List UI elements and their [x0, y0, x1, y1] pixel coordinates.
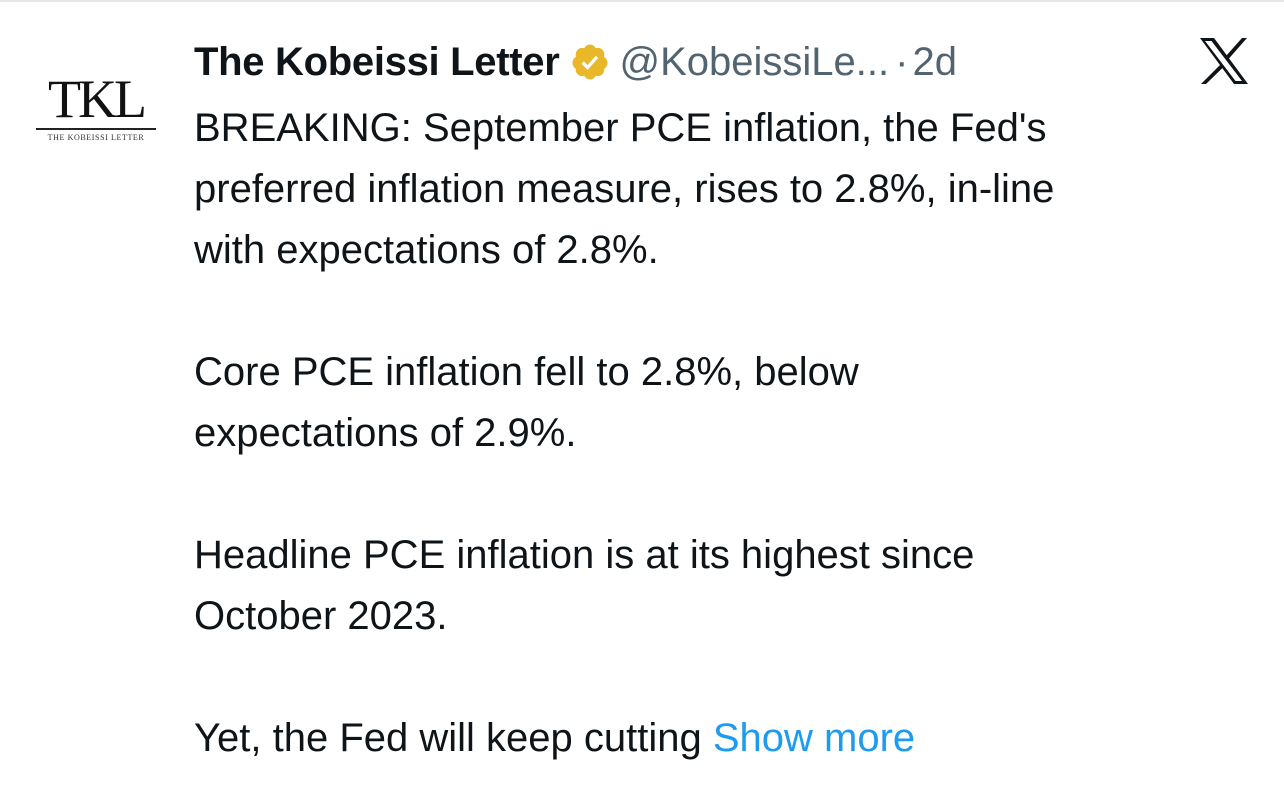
tweet-line: BREAKING: September PCE inflation, the F… — [194, 106, 1047, 150]
tweet-line: October 2023. — [194, 594, 448, 638]
tweet-header: The Kobeissi Letter @KobeissiLe... · 2d — [194, 36, 957, 88]
show-more-link[interactable]: Show more — [713, 716, 915, 760]
avatar-subtitle: THE KOBEISSI LETTER — [47, 133, 145, 142]
meta-separator: · — [895, 39, 909, 84]
tweet-line: with expectations of 2.8%. — [194, 228, 659, 272]
tweet-last-line: Yet, the Fed will keep cutting Show more — [194, 708, 1264, 769]
avatar[interactable]: TKL THE KOBEISSI LETTER — [30, 72, 162, 144]
tweet-body: BREAKING: September PCE inflation, the F… — [194, 98, 1264, 769]
tweet-line: expectations of 2.9%. — [194, 411, 577, 455]
tweet-age[interactable]: 2d — [912, 40, 957, 85]
tweet-truncated-text: Yet, the Fed will keep cutting — [194, 716, 713, 760]
avatar-monogram: TKL — [48, 69, 147, 129]
author-handle[interactable]: @KobeissiLe... — [620, 40, 890, 85]
author-display-name[interactable]: The Kobeissi Letter — [194, 40, 560, 85]
top-divider — [0, 0, 1284, 2]
verified-badge-icon[interactable] — [570, 42, 610, 82]
tweet-line: Core PCE inflation fell to 2.8%, below — [194, 350, 859, 394]
tweet-line: Headline PCE inflation is at its highest… — [194, 533, 975, 577]
x-logo-icon[interactable] — [1196, 36, 1252, 86]
tweet-line: preferred inflation measure, rises to 2.… — [194, 167, 1055, 211]
